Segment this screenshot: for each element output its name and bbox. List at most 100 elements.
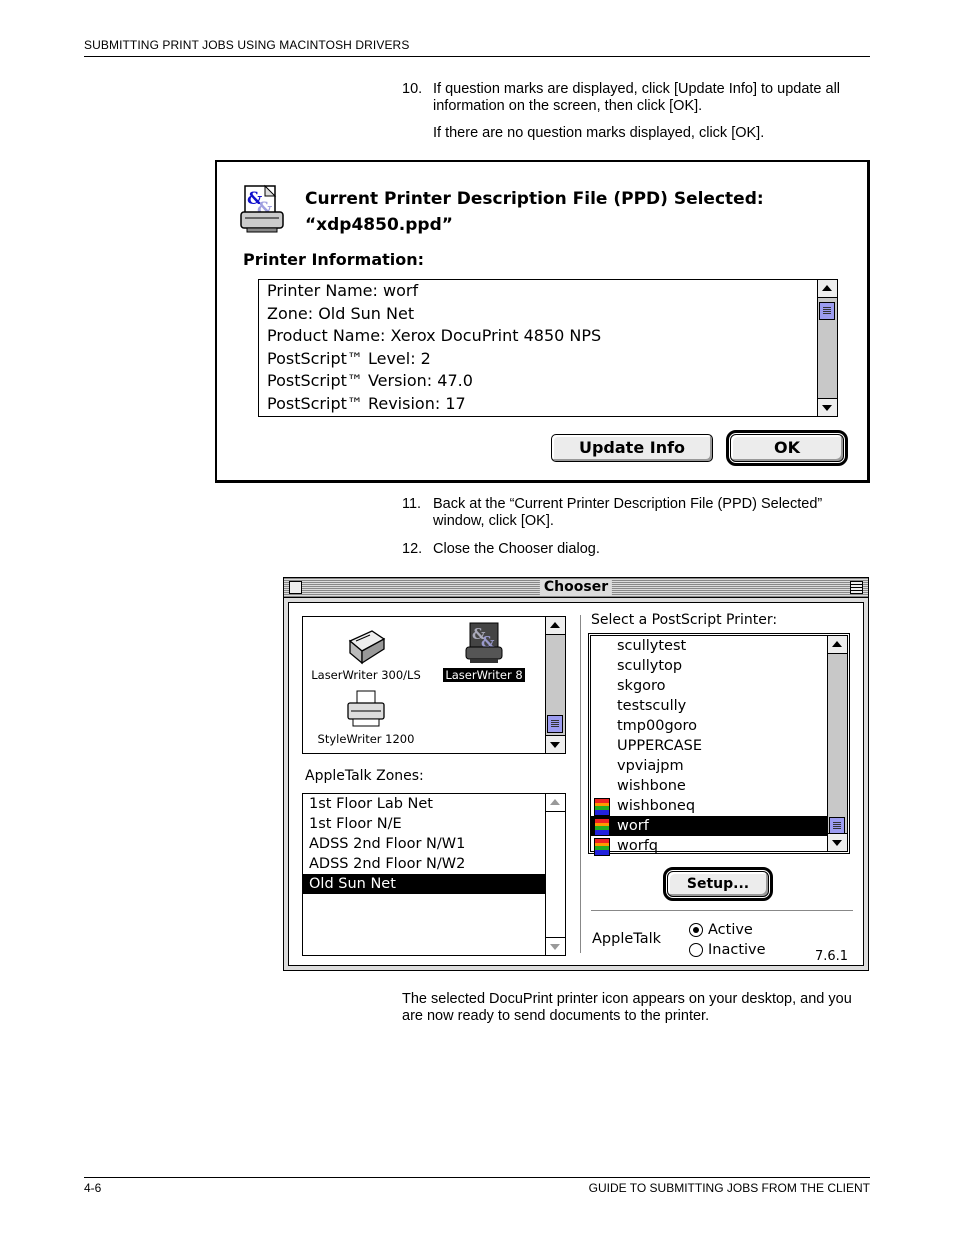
step-number: 11. bbox=[402, 496, 422, 512]
printer-info-line: PostScript™ Version: 47.0 bbox=[267, 371, 473, 390]
zone-rows: 1st Floor Lab Net 1st Floor N/E ADSS 2nd F… bbox=[303, 794, 565, 894]
printer-info-line: Product Name: Xerox DocuPrint 4850 NPS bbox=[267, 326, 602, 345]
ok-button[interactable]: OK bbox=[726, 430, 848, 466]
printer-item[interactable]: wishbone bbox=[591, 776, 831, 796]
scroll-down-arrow-icon[interactable] bbox=[818, 398, 837, 416]
printer-item[interactable]: wishboneq bbox=[591, 796, 831, 816]
scroll-thumb[interactable] bbox=[547, 715, 563, 733]
driver-label: LaserWriter 8 bbox=[443, 668, 525, 682]
printer-name: worfq bbox=[617, 838, 659, 854]
printer-info-label: Printer Information: bbox=[243, 250, 425, 269]
step-10-note: If there are no question marks displayed… bbox=[433, 125, 765, 141]
page-number: 4-6 bbox=[84, 1181, 102, 1195]
ppd-dialog-title: Current Printer Description File (PPD) S… bbox=[305, 186, 764, 238]
printer-name: testscully bbox=[617, 698, 687, 714]
printer-info-line: PostScript™ Level: 2 bbox=[267, 348, 431, 368]
laserwriter-8-icon: & & bbox=[465, 622, 503, 663]
printer-info-line: Printer Name: worf bbox=[267, 281, 419, 300]
printer-name: vpviajpm bbox=[617, 758, 684, 774]
step-text: Close the Chooser dialog. bbox=[433, 541, 600, 557]
footer-rule bbox=[84, 1177, 870, 1178]
driver-scrollbar[interactable] bbox=[545, 617, 565, 753]
zones-scrollbar[interactable] bbox=[545, 794, 565, 955]
printer-icon bbox=[594, 798, 610, 816]
running-header: SUBMITTING PRINT JOBS USING MACINTOSH DR… bbox=[84, 38, 410, 52]
printer-name: tmp00goro bbox=[617, 718, 698, 734]
printer-name: wishbone bbox=[617, 778, 686, 794]
printer-item[interactable]: UPPERCASE bbox=[591, 736, 831, 756]
driver-label: LaserWriter 300/LS bbox=[311, 668, 421, 682]
zones-list[interactable]: 1st Floor Lab Net 1st Floor N/E ADSS 2nd F… bbox=[302, 793, 566, 956]
driver-stylewriter-1200[interactable]: StyleWriter 1200 bbox=[305, 689, 427, 746]
step-text: If question marks are displayed, click [… bbox=[433, 81, 841, 114]
scroll-down-arrow-icon[interactable] bbox=[828, 833, 847, 851]
printer-item[interactable]: worfq bbox=[591, 836, 831, 856]
zone-item[interactable]: 1st Floor N/E bbox=[303, 814, 547, 834]
driver-label: StyleWriter 1200 bbox=[317, 732, 415, 746]
inkjet-printer-icon bbox=[347, 690, 385, 727]
close-box-icon[interactable] bbox=[289, 581, 302, 594]
printer-info-list[interactable]: Printer Name: worf Zone: Old Sun Net Produ… bbox=[258, 279, 838, 417]
driver-laserwriter-300[interactable]: LaserWriter 300/LS bbox=[305, 627, 427, 682]
running-footer: GUIDE TO SUBMITTING JOBS FROM THE CLIENT bbox=[588, 1181, 870, 1195]
radio-label: Inactive bbox=[708, 942, 766, 958]
zones-label: AppleTalk Zones: bbox=[305, 768, 424, 784]
version-number: 7.6.1 bbox=[815, 949, 849, 964]
scroll-up-arrow-icon[interactable] bbox=[828, 636, 847, 654]
collapse-box-icon[interactable] bbox=[850, 581, 863, 594]
scroll-down-arrow-icon[interactable] bbox=[546, 735, 565, 753]
radio-button-icon[interactable] bbox=[689, 943, 703, 957]
closing-paragraph: The selected DocuPrint printer icon appe… bbox=[402, 991, 852, 1024]
printer-list[interactable]: scullytest scullytop skgoro testscully tmp00… bbox=[588, 633, 850, 856]
printer-item[interactable]: testscully bbox=[591, 696, 831, 716]
scroll-down-arrow-icon[interactable] bbox=[546, 937, 565, 955]
ppd-filename: “xdp4850.ppd” bbox=[305, 215, 453, 235]
printer-info-line: PostScript™ Revision: 17 bbox=[267, 393, 466, 413]
scroll-thumb[interactable] bbox=[819, 302, 835, 320]
printers-label: Select a PostScript Printer: bbox=[591, 612, 778, 628]
header-rule bbox=[84, 56, 870, 57]
ppd-dialog: & & Current Printer Description File (PP… bbox=[215, 160, 870, 483]
chooser-titlebar[interactable]: Chooser bbox=[284, 578, 868, 598]
scroll-up-arrow-icon[interactable] bbox=[546, 794, 565, 812]
printer-item[interactable]: worf bbox=[591, 816, 831, 836]
radio-label: Active bbox=[708, 922, 753, 938]
setup-button[interactable]: Setup... bbox=[663, 867, 773, 901]
zone-item[interactable]: Old Sun Net bbox=[303, 874, 547, 894]
chooser-window: Chooser LaserWriter 300/LS & & LaserWrit… bbox=[283, 577, 869, 971]
printer-item[interactable]: scullytest bbox=[591, 636, 831, 656]
printer-scrollbar[interactable] bbox=[827, 636, 847, 851]
printer-name: scullytop bbox=[617, 658, 683, 674]
zone-item[interactable]: 1st Floor Lab Net bbox=[303, 794, 547, 814]
scroll-up-arrow-icon[interactable] bbox=[818, 280, 837, 298]
scroll-up-arrow-icon[interactable] bbox=[546, 617, 565, 635]
printer-info-scrollbar[interactable] bbox=[817, 280, 837, 416]
laser-printer-icon bbox=[348, 630, 386, 665]
printer-name: scullytest bbox=[617, 638, 687, 654]
appletalk-label: AppleTalk bbox=[592, 931, 662, 947]
zone-item[interactable]: ADSS 2nd Floor N/W1 bbox=[303, 834, 547, 854]
printer-item[interactable]: skgoro bbox=[591, 676, 831, 696]
driver-laserwriter-8[interactable]: & & LaserWriter 8 bbox=[431, 621, 537, 682]
printer-icon bbox=[594, 818, 610, 836]
printer-rows: scullytest scullytop skgoro testscully tmp00… bbox=[591, 636, 847, 856]
printer-driver-icon: & & bbox=[240, 184, 284, 233]
printer-info-line: Zone: Old Sun Net bbox=[267, 303, 415, 323]
step-number: 10. bbox=[402, 81, 423, 97]
radio-button-icon[interactable] bbox=[689, 923, 703, 937]
ppd-title-line1: Current Printer Description File (PPD) S… bbox=[305, 189, 764, 209]
pane-divider bbox=[580, 615, 581, 953]
step-number: 12. bbox=[402, 541, 423, 557]
zone-item[interactable]: ADSS 2nd Floor N/W2 bbox=[303, 854, 547, 874]
step-text: Back at the “Current Printer Description… bbox=[433, 496, 823, 529]
printer-item[interactable]: vpviajpm bbox=[591, 756, 831, 776]
chooser-title: Chooser bbox=[539, 579, 613, 596]
separator-line bbox=[591, 910, 853, 911]
printer-icon bbox=[594, 838, 610, 856]
printer-item[interactable]: scullytop bbox=[591, 656, 831, 676]
driver-pane[interactable]: LaserWriter 300/LS & & LaserWriter 8 Sty… bbox=[302, 616, 566, 754]
printer-info-rows: Printer Name: worf Zone: Old Sun Net Produ… bbox=[267, 280, 812, 415]
update-info-button[interactable]: Update Info bbox=[551, 434, 713, 462]
printer-item[interactable]: tmp00goro bbox=[591, 716, 831, 736]
printer-name: wishboneq bbox=[617, 798, 696, 814]
